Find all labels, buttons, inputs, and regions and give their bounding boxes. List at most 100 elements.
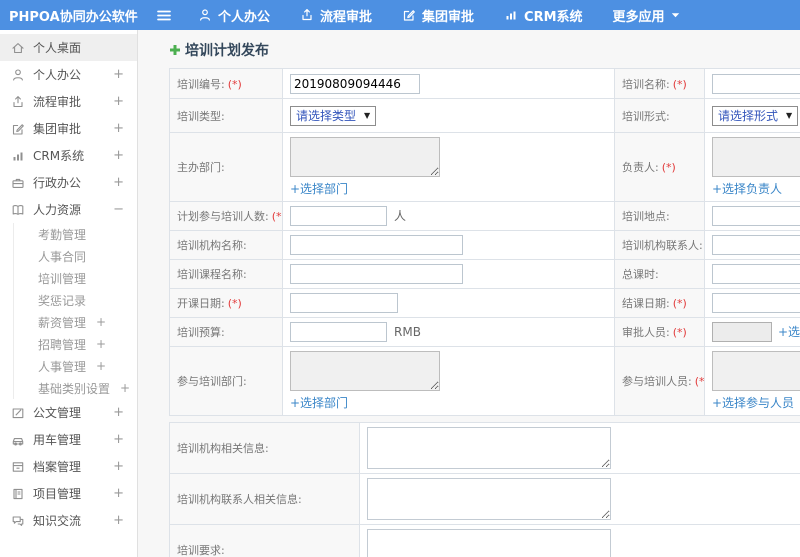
training-no-input[interactable] [290, 73, 420, 94]
sidebar-item-label: CRM系统 [33, 149, 85, 163]
expand-indicator: + [120, 381, 131, 395]
nav-label: CRM系统 [524, 9, 583, 25]
field-label: 主办部门: [177, 161, 225, 174]
form-row: 主办部门: +选择部门 负责人: (*) +选择负责人 [169, 132, 800, 202]
join-people-textarea[interactable] [712, 351, 800, 391]
sidebar-item-projects[interactable]: 项目管理 + [0, 480, 137, 507]
training-form-table: 培训编号:(*) 培训名称:(*) 培训类型: 请选择类型 ▼ 培训形式: [169, 68, 800, 416]
sidebar-subitem-base-category[interactable]: 基础类别设置 + [14, 377, 137, 399]
field-label: 负责人: [622, 161, 659, 174]
main-content: 培训计划发布 培训编号:(*) 培训名称:(*) 培训类型: 请选择类型 ▼ [138, 30, 800, 557]
sidebar-subitem-label: 基础类别设置 [38, 381, 111, 396]
training-name-input[interactable] [712, 73, 800, 94]
location-input[interactable] [712, 206, 800, 226]
nav-label: 集团审批 [422, 9, 475, 25]
required-marker: (*) [661, 161, 676, 174]
expand-indicator: + [96, 315, 107, 329]
total-hours-input[interactable] [712, 264, 800, 284]
dropdown-arrow-icon: ▼ [786, 110, 793, 120]
hr-submenu: 考勤管理 人事合同 培训管理 奖惩记录 薪资管理 + 招聘管理 + 人事管理 +… [13, 223, 137, 399]
top-header: PHPOA协同办公软件 个人办公 流程审批 集团审批 CRM系统 更多应用 [0, 0, 800, 30]
course-name-input[interactable] [290, 264, 463, 284]
select-leader-link[interactable]: +选择负责人 [712, 180, 800, 197]
sidebar-item-vehicles[interactable]: 用车管理 + [0, 426, 137, 453]
join-depts-textarea[interactable] [290, 351, 440, 391]
sidebar-subitem-recruit[interactable]: 招聘管理 + [14, 333, 137, 355]
collapse-indicator: − [113, 202, 124, 217]
org-name-input[interactable] [290, 235, 463, 255]
expand-indicator: + [96, 337, 107, 351]
expand-indicator: + [113, 486, 124, 501]
chart-icon [506, 11, 516, 20]
form-row: 培训课程名称: 总课时: [169, 259, 800, 289]
required-marker: (*) [672, 326, 687, 339]
home-icon [12, 42, 24, 53]
requirements-textarea[interactable] [367, 529, 611, 557]
nav-more-apps[interactable]: 更多应用 [613, 6, 680, 25]
sidebar-subitem-hr-contract[interactable]: 人事合同 [14, 245, 137, 267]
sidebar-item-personal-office[interactable]: 个人办公 + [0, 61, 137, 88]
budget-input[interactable] [290, 322, 387, 342]
select-participants-link[interactable]: +选择参与人员 [712, 394, 800, 411]
sidebar-item-group-approval[interactable]: 集团审批 + [0, 115, 137, 142]
plus-icon [170, 45, 180, 55]
sidebar-item-knowledge[interactable]: 知识交流 + [0, 507, 137, 534]
sidebar-subitem-personnel[interactable]: 人事管理 + [14, 355, 137, 377]
field-label: 结课日期: [622, 297, 670, 310]
sidebar-item-workflow-approval[interactable]: 流程审批 + [0, 88, 137, 115]
select-value: 请选择形式 [718, 109, 779, 123]
sidebar: 个人桌面 个人办公 + 流程审批 + 集团审批 + CRM系统 + 行政办公 +… [0, 30, 138, 557]
unit-suffix: 人 [394, 208, 407, 223]
sidebar-subitem-training[interactable]: 培训管理 [14, 267, 137, 289]
field-label: 培训课程名称: [177, 268, 247, 281]
field-label: 开课日期: [177, 297, 225, 310]
org-contact-input[interactable] [712, 235, 800, 255]
form-row: 培训机构名称: 培训机构联系人: [169, 230, 800, 260]
required-marker: (*) [694, 375, 705, 388]
approver-input[interactable] [712, 322, 772, 342]
end-date-input[interactable] [712, 293, 800, 313]
field-label: 培训机构联系人: [622, 239, 703, 252]
form-row: 培训要求: [169, 524, 800, 557]
sidebar-item-desktop[interactable]: 个人桌面 [0, 34, 137, 61]
document-edit-icon [12, 407, 24, 418]
start-date-input[interactable] [290, 293, 398, 313]
sidebar-item-admin-office[interactable]: 行政办公 + [0, 169, 137, 196]
select-approver-link[interactable]: +选择审批人员 [778, 325, 800, 339]
training-form-select[interactable]: 请选择形式 ▼ [712, 105, 799, 126]
sidebar-subitem-salary[interactable]: 薪资管理 + [14, 311, 137, 333]
currency-suffix: RMB [394, 324, 421, 339]
dropdown-arrow-icon: ▼ [364, 110, 371, 120]
nav-personal-office[interactable]: 个人办公 [198, 6, 270, 25]
sidebar-subitem-rewards[interactable]: 奖惩记录 [14, 289, 137, 311]
sidebar-subitem-attendance[interactable]: 考勤管理 [14, 223, 137, 245]
sidebar-item-documents[interactable]: 公文管理 + [0, 399, 137, 426]
expand-indicator: + [113, 148, 124, 163]
org-contact-info-textarea[interactable] [367, 478, 611, 520]
app-window: PHPOA协同办公软件 个人办公 流程审批 集团审批 CRM系统 更多应用 个人… [0, 0, 800, 557]
select-dept-link[interactable]: +选择部门 [290, 394, 607, 411]
sidebar-item-hr[interactable]: 人力资源 − [0, 196, 137, 223]
required-marker: (*) [227, 77, 242, 91]
sidebar-item-label: 个人桌面 [33, 41, 82, 55]
sidebar-subitem-label: 薪资管理 [38, 315, 87, 330]
org-info-textarea[interactable] [367, 427, 611, 469]
nav-label: 更多应用 [612, 9, 665, 25]
sidebar-item-crm[interactable]: CRM系统 + [0, 142, 137, 169]
leader-textarea[interactable] [712, 137, 800, 177]
nav-crm-system[interactable]: CRM系统 [504, 6, 583, 25]
field-label: 培训形式: [622, 109, 670, 123]
field-label: 培训预算: [177, 326, 225, 339]
host-dept-textarea[interactable] [290, 137, 440, 177]
edit-icon [403, 10, 415, 21]
expand-indicator: + [96, 359, 107, 373]
field-label: 参与培训部门: [177, 375, 247, 388]
select-dept-link[interactable]: +选择部门 [290, 180, 607, 197]
training-type-select[interactable]: 请选择类型 ▼ [290, 105, 377, 126]
nav-group-approval[interactable]: 集团审批 [402, 6, 474, 25]
nav-workflow-approval[interactable]: 流程审批 [300, 6, 372, 25]
form-row: 培训编号:(*) 培训名称:(*) [169, 68, 800, 99]
menu-toggle-button[interactable] [156, 9, 172, 22]
sidebar-item-archives[interactable]: 档案管理 + [0, 453, 137, 480]
planned-count-input[interactable] [290, 206, 387, 226]
